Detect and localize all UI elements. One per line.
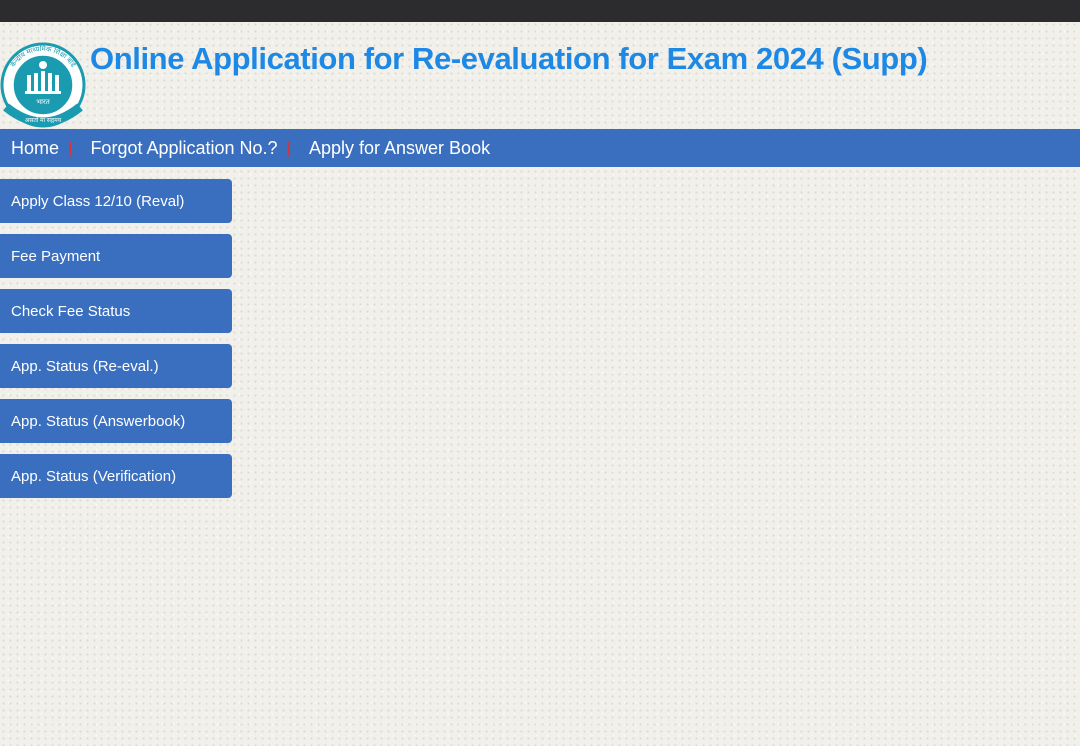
sidebar-button-fee-payment[interactable]: Fee Payment <box>0 234 232 278</box>
sidebar-button-app-status-re-eval[interactable]: App. Status (Re-eval.) <box>0 344 232 388</box>
page-title: Online Application for Re-evaluation for… <box>90 41 928 76</box>
nav-separator: | <box>286 138 291 157</box>
svg-text:भारत: भारत <box>36 99 51 106</box>
sidebar-button-check-fee-status[interactable]: Check Fee Status <box>0 289 232 333</box>
nav-link-forgot-application-no[interactable]: Forgot Application No.? <box>90 138 277 159</box>
nav-separator: | <box>68 138 73 157</box>
top-navigation-bar: Home | Forgot Application No.? | Apply f… <box>0 129 1080 167</box>
svg-text:असतो मा सद्गमय: असतो मा सद्गमय <box>25 116 62 124</box>
sidebar-button-apply-class-12-10-reval[interactable]: Apply Class 12/10 (Reval) <box>0 179 232 223</box>
sidebar-button-app-status-answerbook[interactable]: App. Status (Answerbook) <box>0 399 232 443</box>
nav-link-home[interactable]: Home <box>11 138 59 159</box>
sidebar-menu: Apply Class 12/10 (Reval) Fee Payment Ch… <box>0 179 232 509</box>
browser-top-bar <box>0 0 1080 22</box>
cbse-logo-icon: भारत असतो मा सद्गमय केन्द्रीय माध्यमिक श… <box>0 42 86 128</box>
nav-link-apply-for-answer-book[interactable]: Apply for Answer Book <box>309 138 490 159</box>
page-header: भारत असतो मा सद्गमय केन्द्रीय माध्यमिक श… <box>0 22 1080 129</box>
sidebar-button-app-status-verification[interactable]: App. Status (Verification) <box>0 454 232 498</box>
